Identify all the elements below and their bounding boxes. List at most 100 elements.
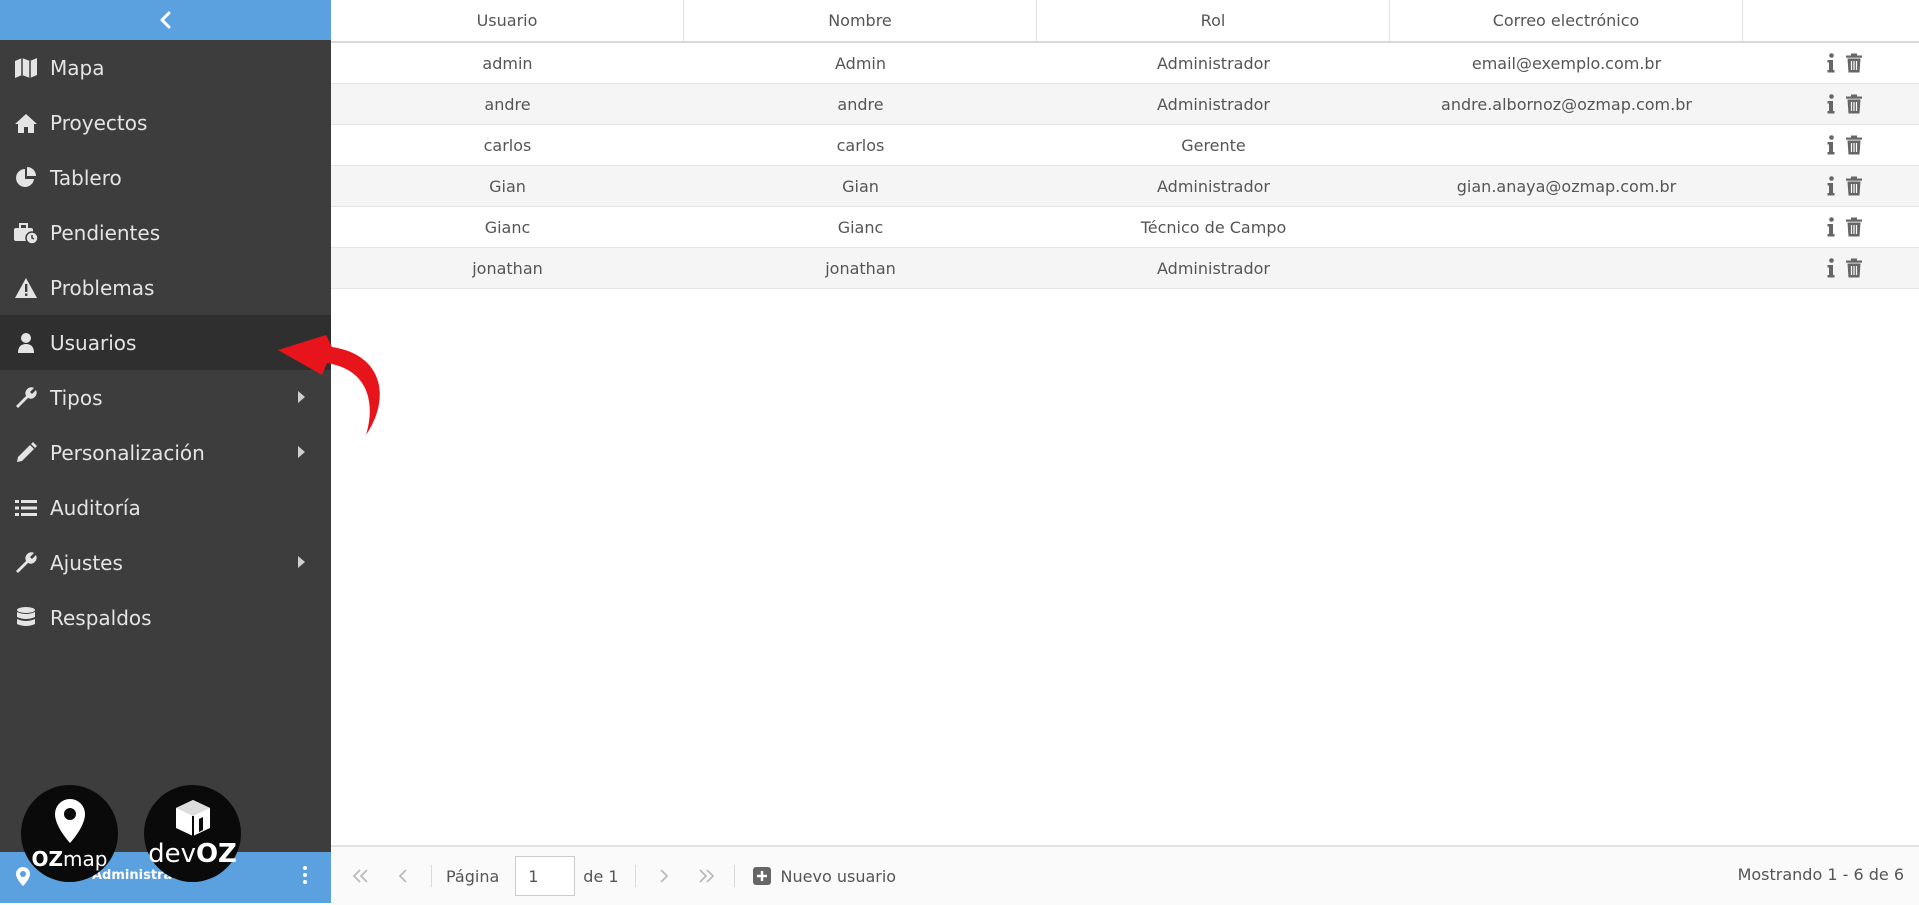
sidebar-item-label: Usuarios: [50, 330, 137, 355]
table-header: Usuario Nombre Rol Correo electrónico: [331, 0, 1919, 43]
ozmap-logo: OZmap: [21, 785, 118, 882]
trash-icon[interactable]: [1845, 94, 1863, 114]
cube-icon: [176, 800, 210, 836]
info-icon[interactable]: [1827, 217, 1835, 237]
info-icon[interactable]: [1827, 176, 1835, 196]
row-actions: [1743, 248, 1919, 288]
info-icon[interactable]: [1827, 53, 1835, 73]
cell-rol: Administrador: [1157, 94, 1270, 114]
wrench-icon: [12, 384, 40, 412]
table-row[interactable]: andre andre Administrador andre.albornoz…: [331, 84, 1919, 125]
page-number-input[interactable]: [515, 856, 576, 896]
caret-right-icon: [298, 556, 305, 568]
sidebar-item-proyectos[interactable]: Proyectos: [0, 95, 331, 150]
cell-correo: andre.albornoz@ozmap.com.br: [1441, 94, 1692, 114]
database-icon: [12, 604, 40, 632]
cell-nombre: Admin: [835, 53, 886, 73]
pagination-toolbar: Página de 1 Nuevo usuario Mostrando 1 - …: [331, 845, 1919, 905]
cell-nombre: jonathan: [825, 258, 896, 278]
pencil-icon: [12, 439, 40, 467]
new-user-button[interactable]: Nuevo usuario: [752, 866, 897, 886]
row-actions: [1743, 166, 1919, 206]
row-actions: [1743, 207, 1919, 247]
sidebar: Mapa Proyectos Tablero Pendientes Proble…: [0, 0, 331, 903]
cell-nombre: Gian: [842, 176, 879, 196]
cell-rol: Administrador: [1157, 176, 1270, 196]
sidebar-item-mapa[interactable]: Mapa: [0, 40, 331, 95]
column-header-correo[interactable]: Correo electrónico: [1390, 0, 1743, 41]
table-row[interactable]: admin Admin Administrador email@exemplo.…: [331, 43, 1919, 84]
next-page-icon[interactable]: [654, 866, 674, 886]
sidebar-item-pendientes[interactable]: Pendientes: [0, 205, 331, 260]
sidebar-collapse-button[interactable]: [0, 0, 331, 40]
cell-correo: gian.anaya@ozmap.com.br: [1456, 176, 1677, 196]
cell-usuario: andre: [484, 94, 531, 114]
first-page-icon[interactable]: [351, 866, 371, 886]
info-icon[interactable]: [1827, 135, 1835, 155]
sidebar-item-label: Tipos: [50, 385, 103, 410]
cell-rol: Técnico de Campo: [1140, 217, 1287, 237]
cell-usuario: Gian: [489, 176, 526, 196]
sidebar-item-label: Ajustes: [50, 550, 123, 575]
sidebar-item-respaldos[interactable]: Respaldos: [0, 590, 331, 645]
devoz-logo-oz: OZ: [195, 839, 237, 869]
previous-page-icon[interactable]: [393, 866, 413, 886]
cell-correo: [1390, 125, 1743, 165]
sidebar-item-label: Auditoría: [50, 495, 141, 520]
page-label: Página: [446, 866, 500, 886]
table-row[interactable]: Gianc Gianc Técnico de Campo: [331, 207, 1919, 248]
trash-icon[interactable]: [1845, 258, 1863, 278]
sidebar-item-label: Pendientes: [50, 220, 161, 245]
cell-rol: Administrador: [1157, 53, 1270, 73]
sidebar-item-label: Personalización: [50, 440, 205, 465]
row-actions: [1743, 84, 1919, 124]
cell-correo: email@exemplo.com.br: [1471, 53, 1662, 73]
pager-divider: [431, 865, 432, 887]
sidebar-item-ajustes[interactable]: Ajustes: [0, 535, 331, 590]
trash-icon[interactable]: [1845, 217, 1863, 237]
trash-icon[interactable]: [1845, 176, 1863, 196]
last-page-icon[interactable]: [696, 866, 716, 886]
sidebar-item-tablero[interactable]: Tablero: [0, 150, 331, 205]
user-icon: [12, 329, 40, 357]
map-icon: [12, 54, 40, 82]
sidebar-item-label: Problemas: [50, 275, 155, 300]
column-header-actions: [1743, 0, 1919, 41]
info-icon[interactable]: [1827, 258, 1835, 278]
sidebar-item-label: Respaldos: [50, 605, 152, 630]
warning-icon: [12, 274, 40, 302]
sidebar-item-label: Tablero: [50, 165, 122, 190]
new-user-label: Nuevo usuario: [780, 866, 897, 886]
cell-usuario: admin: [482, 53, 533, 73]
column-header-usuario[interactable]: Usuario: [331, 0, 684, 41]
cell-rol: Administrador: [1157, 258, 1270, 278]
ozmap-logo-map: map: [63, 847, 108, 871]
table-row[interactable]: Gian Gian Administrador gian.anaya@ozmap…: [331, 166, 1919, 207]
cell-nombre: andre: [837, 94, 884, 114]
caret-right-icon: [298, 446, 305, 458]
column-header-rol[interactable]: Rol: [1037, 0, 1390, 41]
more-vertical-icon[interactable]: [301, 866, 309, 888]
table-row[interactable]: carlos carlos Gerente: [331, 125, 1919, 166]
info-icon[interactable]: [1827, 94, 1835, 114]
location-pin-icon: [55, 799, 85, 843]
records-count: Mostrando 1 - 6 de 6: [1737, 865, 1904, 884]
sidebar-item-label: Mapa: [50, 55, 105, 80]
trash-icon[interactable]: [1845, 135, 1863, 155]
cell-usuario: carlos: [483, 135, 532, 155]
cell-correo: [1390, 248, 1743, 288]
pager-divider: [733, 865, 735, 887]
wrench-icon: [12, 549, 40, 577]
chevron-left-icon: [160, 11, 170, 29]
users-table-body: admin Admin Administrador email@exemplo.…: [331, 43, 1919, 289]
sidebar-item-auditoria[interactable]: Auditoría: [0, 480, 331, 535]
table-row[interactable]: jonathan jonathan Administrador: [331, 248, 1919, 289]
trash-icon[interactable]: [1845, 53, 1863, 73]
pie-chart-icon: [12, 164, 40, 192]
ozmap-logo-oz: OZ: [31, 847, 64, 871]
annotation-arrow-icon: [278, 335, 380, 435]
column-header-nombre[interactable]: Nombre: [684, 0, 1037, 41]
cell-nombre: carlos: [836, 135, 885, 155]
sidebar-item-label: Proyectos: [50, 110, 148, 135]
cell-correo: [1390, 207, 1743, 247]
